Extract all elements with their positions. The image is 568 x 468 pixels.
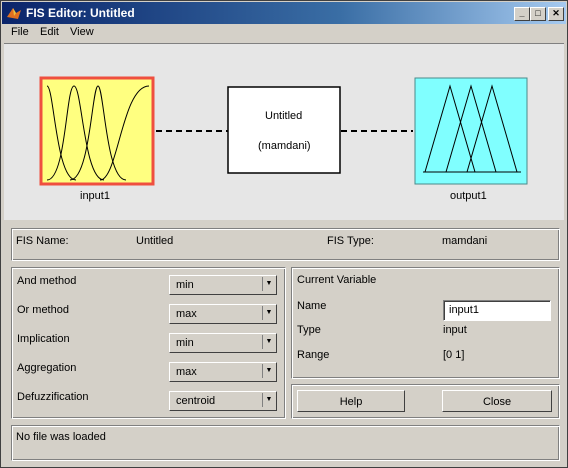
- implication-select[interactable]: min ▼: [169, 333, 277, 353]
- input1-label: input1: [80, 190, 110, 202]
- aggregation-value: max: [176, 366, 197, 378]
- help-button[interactable]: Help: [297, 390, 405, 412]
- fis-name-label: FIS Name:: [16, 235, 69, 247]
- variable-name-value: input1: [449, 304, 479, 316]
- chevron-down-icon: ▼: [262, 335, 275, 349]
- variable-range-value: [0 1]: [443, 349, 465, 361]
- status-panel: No file was loaded: [11, 425, 560, 461]
- menu-bar: File Edit View: [2, 24, 566, 42]
- status-message: No file was loaded: [16, 431, 106, 443]
- aggregation-label: Aggregation: [17, 362, 77, 374]
- system-type-label: (mamdani): [258, 140, 311, 152]
- variable-range-label: Range: [297, 349, 330, 361]
- close-window-button[interactable]: ✕: [548, 7, 564, 21]
- aggregation-select[interactable]: max ▼: [169, 362, 277, 382]
- defuzzification-value: centroid: [176, 395, 216, 407]
- menu-view[interactable]: View: [70, 26, 94, 38]
- variable-type-value: input: [443, 324, 467, 336]
- chevron-down-icon: ▼: [262, 277, 275, 291]
- and-method-label: And method: [17, 275, 77, 287]
- fis-diagram-canvas: input1 output1 Untitled (mamdani): [4, 43, 564, 220]
- defuzzification-label: Defuzzification: [17, 391, 89, 403]
- current-variable-heading: Current Variable: [297, 274, 377, 286]
- and-method-value: min: [176, 279, 194, 291]
- and-method-select[interactable]: min ▼: [169, 275, 277, 295]
- window-title: FIS Editor: Untitled: [26, 6, 135, 20]
- current-variable-panel: Current Variable Name input1 Type input …: [291, 267, 560, 379]
- chevron-down-icon: ▼: [262, 306, 275, 320]
- input1-block[interactable]: [39, 76, 155, 186]
- system-block[interactable]: [227, 86, 341, 174]
- minimize-icon: _: [519, 8, 525, 18]
- variable-type-label: Type: [297, 324, 321, 336]
- defuzzification-select[interactable]: centroid ▼: [169, 391, 277, 411]
- system-name-label: Untitled: [265, 110, 303, 122]
- variable-name-label: Name: [297, 300, 327, 312]
- fis-editor-window: FIS Editor: Untitled _ □ ✕ File Edit Vie…: [0, 0, 568, 468]
- close-icon: ✕: [552, 8, 560, 18]
- fis-type-label: FIS Type:: [327, 235, 374, 247]
- maximize-icon: □: [535, 8, 541, 18]
- menu-file[interactable]: File: [11, 26, 29, 38]
- fis-info-panel: FIS Name: Untitled FIS Type: mamdani: [11, 228, 560, 261]
- implication-label: Implication: [17, 333, 70, 345]
- chevron-down-icon: ▼: [262, 364, 275, 378]
- output1-block[interactable]: [414, 77, 528, 185]
- or-method-label: Or method: [17, 304, 69, 316]
- matlab-icon: [7, 8, 21, 19]
- variable-name-input[interactable]: input1: [443, 300, 551, 321]
- close-button[interactable]: Close: [442, 390, 552, 412]
- or-method-select[interactable]: max ▼: [169, 304, 277, 324]
- minimize-button[interactable]: _: [514, 7, 530, 21]
- implication-value: min: [176, 337, 194, 349]
- methods-panel: And method min ▼ Or method max ▼ Implica…: [11, 267, 286, 419]
- fis-type-value: mamdani: [442, 235, 488, 247]
- buttons-panel: Help Close: [291, 384, 560, 419]
- maximize-button[interactable]: □: [530, 7, 546, 21]
- chevron-down-icon: ▼: [262, 393, 275, 407]
- menu-edit[interactable]: Edit: [40, 26, 59, 38]
- fis-name-value: Untitled: [136, 235, 174, 247]
- title-bar[interactable]: FIS Editor: Untitled _ □ ✕: [2, 2, 566, 24]
- output1-label: output1: [450, 190, 487, 202]
- or-method-value: max: [176, 308, 197, 320]
